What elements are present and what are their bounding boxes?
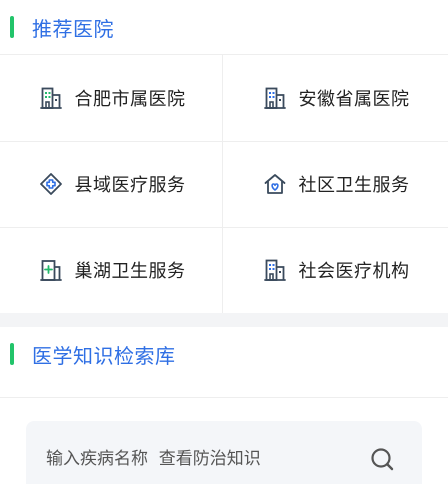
hospital-building-icon (263, 87, 286, 109)
section-accent-bar (10, 16, 14, 38)
section-title: 推荐医院 (32, 16, 114, 41)
section-accent-bar (10, 343, 14, 365)
menu-item-community-health[interactable]: 社区卫生服务 (224, 141, 448, 227)
community-home-heart-icon (264, 174, 285, 194)
clinic-plus-icon (39, 260, 62, 281)
menu-item-label: 社会医疗机构 (298, 261, 410, 282)
medical-cross-diamond-icon (39, 173, 62, 195)
hospital-building-icon (263, 259, 286, 281)
header-divider (0, 397, 448, 398)
section-separator (0, 313, 448, 327)
page: 推荐医院 合肥市属医院 安徽省属医院 县域医疗服务 社区卫生服务 巢湖卫生服务 … (0, 0, 448, 484)
menu-item-label: 巢湖卫生服务 (74, 261, 186, 282)
knowledge-base-header: 医学知识检索库 (0, 327, 448, 381)
search-icon[interactable] (368, 445, 398, 475)
menu-item-label: 合肥市属医院 (74, 89, 186, 110)
menu-item-hefei-hospitals[interactable]: 合肥市属医院 (0, 55, 224, 141)
menu-item-county-medical[interactable]: 县域医疗服务 (0, 141, 224, 227)
menu-item-label: 社区卫生服务 (298, 175, 410, 196)
section-title: 医学知识检索库 (32, 343, 176, 368)
recommended-hospitals-header: 推荐医院 (0, 0, 448, 54)
hospital-building-icon (39, 87, 62, 109)
menu-item-anhui-hospitals[interactable]: 安徽省属医院 (224, 55, 448, 141)
menu-item-chaohu-health[interactable]: 巢湖卫生服务 (0, 227, 224, 313)
menu-item-label: 县域医疗服务 (74, 175, 186, 196)
disease-search-input[interactable] (46, 441, 346, 477)
search-bar[interactable] (26, 421, 422, 484)
menu-item-social-medical[interactable]: 社会医疗机构 (224, 227, 448, 313)
menu-item-label: 安徽省属医院 (298, 89, 410, 110)
